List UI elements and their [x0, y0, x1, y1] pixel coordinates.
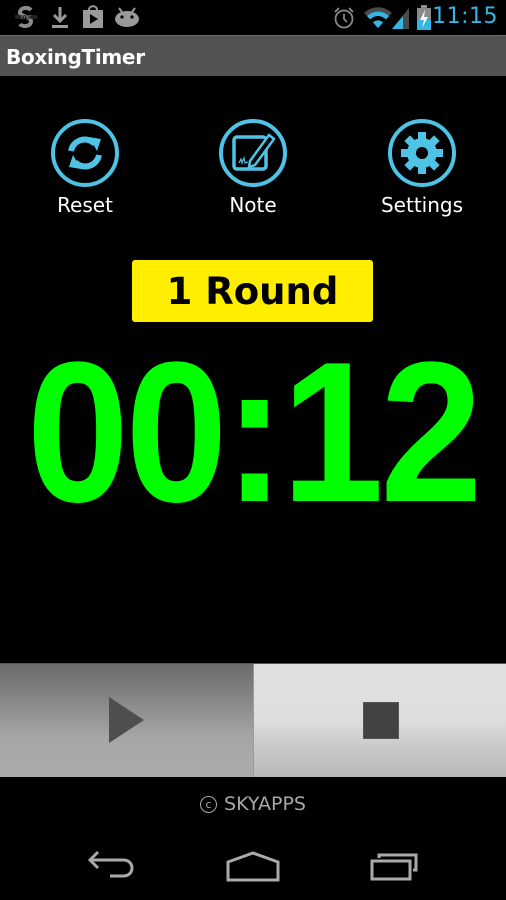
stop-button[interactable]: [253, 664, 506, 777]
svg-text:SYNC: SYNC: [21, 15, 32, 20]
cell-signal-icon: [392, 8, 409, 29]
play-store-icon: [83, 5, 103, 28]
copyright-text: SKYAPPS: [224, 793, 306, 815]
screen: SYNC 11:15 BoxingTimer Reset Note Settin…: [0, 0, 506, 900]
stop-icon: [362, 702, 399, 739]
play-button[interactable]: [0, 664, 254, 777]
refresh-icon: [51, 119, 119, 187]
copyright-icon: c: [200, 796, 218, 813]
play-icon: [109, 697, 144, 743]
download-icon: [52, 7, 68, 28]
navigation-bar: [0, 830, 506, 900]
timer-value: 00:12: [26, 321, 483, 544]
battery-charging-icon: [417, 5, 431, 30]
reset-button[interactable]: Reset: [20, 117, 150, 222]
home-icon[interactable]: [225, 850, 281, 884]
recent-apps-icon[interactable]: [369, 852, 419, 884]
android-icon: [115, 7, 139, 27]
gear-icon: [388, 119, 456, 187]
note-button[interactable]: Note: [188, 117, 318, 222]
round-label: 1 Round: [166, 269, 339, 313]
clock-time: 11:15: [432, 4, 498, 29]
reset-label: Reset: [57, 193, 113, 217]
settings-button[interactable]: Settings: [357, 117, 487, 222]
app-title: BoxingTimer: [6, 45, 145, 69]
round-badge: 1 Round: [132, 260, 373, 322]
timer-display: 00:12: [0, 321, 506, 544]
status-bar: SYNC 11:15: [0, 0, 506, 35]
note-label: Note: [229, 193, 277, 217]
note-edit-icon: [219, 119, 287, 187]
settings-label: Settings: [380, 193, 464, 217]
copyright: c SKYAPPS: [0, 793, 506, 815]
sync-app-icon: SYNC: [15, 5, 37, 29]
control-bar: [0, 663, 506, 777]
back-icon[interactable]: [86, 848, 138, 884]
alarm-icon: [334, 7, 354, 29]
wifi-icon: [364, 7, 392, 29]
action-bar: BoxingTimer: [0, 35, 506, 76]
